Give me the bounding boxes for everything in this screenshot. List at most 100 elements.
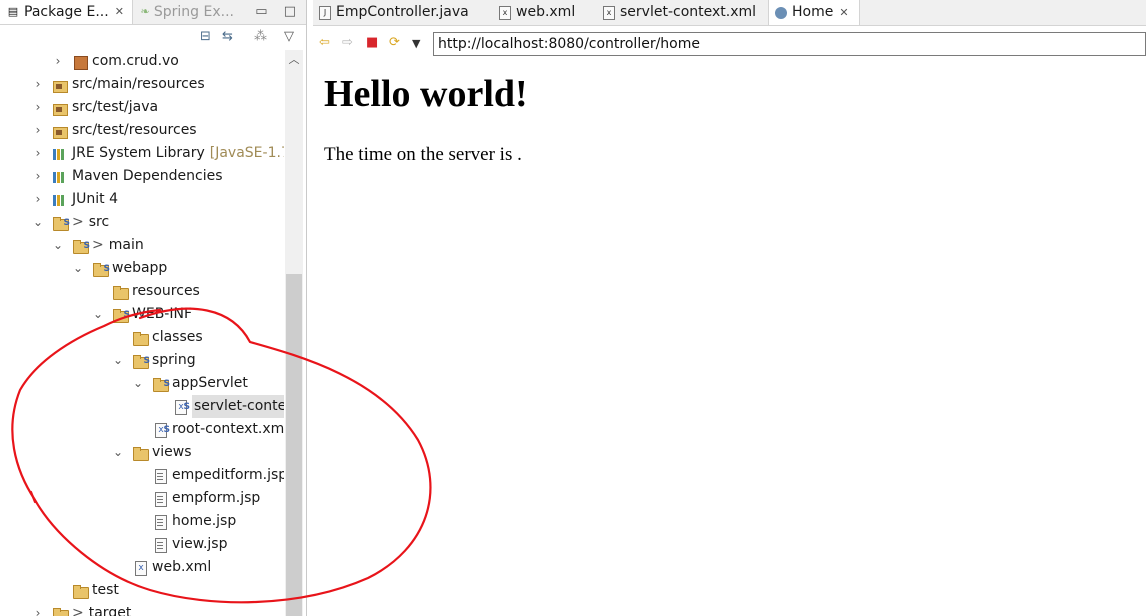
- expand-toggle-icon[interactable]: ›: [32, 142, 44, 165]
- java-file-icon: J: [319, 5, 331, 20]
- url-input[interactable]: http://localhost:8080/controller/home: [433, 32, 1146, 56]
- spring-folder-icon: S: [112, 307, 130, 323]
- tree-item-home-jsp[interactable]: home.jsp: [132, 510, 236, 533]
- tree-item-spring[interactable]: ⌄ Sspring: [112, 349, 196, 372]
- tree-item-label: views: [152, 444, 192, 460]
- close-icon[interactable]: ✕: [839, 0, 848, 25]
- tree-item-appservlet[interactable]: ⌄ SappServlet: [132, 372, 248, 395]
- tree-item-resources[interactable]: resources: [92, 280, 200, 303]
- maximize-icon[interactable]: □: [284, 4, 296, 19]
- forward-arrow-icon[interactable]: ⇨: [342, 35, 353, 50]
- tree-item-decoration: [JavaSE-1.7]: [209, 145, 284, 161]
- view-menu-icon[interactable]: ▽: [284, 29, 294, 44]
- page-heading: Hello world!: [324, 73, 528, 115]
- expand-toggle-icon[interactable]: ⌄: [132, 372, 144, 395]
- tree-item-view-jsp[interactable]: view.jsp: [132, 533, 227, 556]
- tree-item-src[interactable]: ⌄ S > src: [32, 211, 109, 234]
- scroll-up-arrow-icon[interactable]: ︿: [285, 50, 303, 70]
- spring-folder-icon: S: [72, 238, 90, 254]
- tree-item-label: servlet-contex: [192, 395, 284, 418]
- tree-item-label: test: [92, 582, 119, 598]
- folder-icon: [112, 284, 129, 300]
- expand-toggle-icon[interactable]: ⌄: [52, 234, 64, 257]
- expand-toggle-icon[interactable]: ›: [32, 119, 44, 142]
- jsp-file-icon: [152, 514, 168, 530]
- tree-item-maven-dependencies[interactable]: › Maven Dependencies: [32, 165, 223, 188]
- tree-item-target[interactable]: › > target: [32, 602, 131, 616]
- tree-item-test[interactable]: test: [52, 579, 119, 602]
- tree-scrollbar[interactable]: ︿: [285, 50, 303, 616]
- tree-item-web-xml[interactable]: web.xml: [112, 556, 211, 579]
- expand-toggle-icon[interactable]: ⌄: [92, 303, 104, 326]
- spring-badge-icon: S: [183, 401, 190, 412]
- expand-toggle-icon[interactable]: ›: [32, 188, 44, 211]
- tree-item-label: root-context.xml: [172, 421, 284, 437]
- tree-item-label: classes: [152, 329, 203, 345]
- spring-badge-icon: S: [163, 424, 170, 435]
- refresh-icon[interactable]: ⟳: [389, 35, 400, 50]
- focus-icon[interactable]: ⁂: [254, 29, 267, 44]
- tree-item-root-context-xml[interactable]: Sroot-context.xml: [132, 418, 284, 441]
- expand-toggle-icon[interactable]: ›: [32, 165, 44, 188]
- pane-controls: ▭ □: [255, 0, 296, 24]
- expand-toggle-icon[interactable]: ›: [32, 73, 44, 96]
- collapse-all-icon[interactable]: ⊟: [200, 29, 211, 44]
- tree-item-label: src/main/resources: [72, 76, 205, 92]
- dropdown-arrow-icon[interactable]: ▼: [412, 37, 420, 50]
- spring-badge-icon: S: [103, 263, 110, 274]
- back-arrow-icon[interactable]: ⇦: [319, 35, 330, 50]
- server-time-text: The time on the server is .: [324, 144, 522, 165]
- tree-item-label: appServlet: [172, 375, 248, 391]
- expand-toggle-icon[interactable]: ⌄: [32, 211, 44, 234]
- tree-item-classes[interactable]: classes: [112, 326, 203, 349]
- tree-item-src-main-resources[interactable]: › src/main/resources: [32, 73, 205, 96]
- expand-toggle-icon[interactable]: ⌄: [112, 441, 124, 464]
- spring-xml-icon: S: [172, 399, 190, 415]
- tab-spring-explorer[interactable]: ❧ Spring Ex...: [134, 0, 234, 24]
- spring-leaf-icon: ❧: [140, 5, 150, 18]
- close-icon[interactable]: ✕: [115, 0, 124, 24]
- tab-servlet-context-xml[interactable]: x servlet-context.xml: [597, 0, 767, 25]
- tree-item-label: webapp: [112, 260, 168, 276]
- tab-web-xml[interactable]: x web.xml: [493, 0, 593, 25]
- editor-tab-bar: J EmpController.java x web.xml x servlet…: [313, 0, 1146, 26]
- tab-label: Spring Ex...: [153, 4, 234, 20]
- tree-item-main[interactable]: ⌄ S > main: [52, 234, 144, 257]
- tree-item-label: Maven Dependencies: [72, 168, 223, 184]
- tree-item-label: main: [108, 237, 144, 253]
- tree-item-jre-system-library[interactable]: › JRE System Library[JavaSE-1.7]: [32, 142, 284, 165]
- tab-empcontroller-java[interactable]: J EmpController.java: [313, 0, 489, 25]
- stop-icon[interactable]: ■: [366, 35, 378, 50]
- tree-item-empform-jsp[interactable]: empform.jsp: [132, 487, 260, 510]
- scroll-thumb[interactable]: [286, 274, 302, 616]
- tree-item-label: view.jsp: [172, 536, 228, 552]
- expand-toggle-icon[interactable]: ›: [32, 602, 44, 616]
- tree-item-label: resources: [132, 283, 200, 299]
- tab-home[interactable]: Home ✕: [768, 0, 860, 25]
- xml-file-icon: [132, 560, 148, 576]
- expand-toggle-icon[interactable]: ›: [52, 50, 64, 73]
- expand-toggle-icon[interactable]: ⌄: [72, 257, 84, 280]
- outgoing-change-marker: >: [72, 214, 84, 230]
- expand-toggle-icon[interactable]: ⌄: [112, 349, 124, 372]
- jsp-file-icon: [152, 468, 168, 484]
- tree-item-src-test-java[interactable]: › src/test/java: [32, 96, 158, 119]
- link-with-editor-icon[interactable]: ⇆: [222, 29, 233, 44]
- explorer-toolbar: ⊟ ⇆ ⁂ ▽: [0, 25, 306, 49]
- expand-toggle-icon[interactable]: ›: [32, 96, 44, 119]
- tree-item-junit-4[interactable]: › JUnit 4: [32, 188, 118, 211]
- tree-item-src-test-resources[interactable]: › src/test/resources: [32, 119, 197, 142]
- spring-badge-icon: S: [163, 378, 170, 389]
- tree-item-servlet-contex[interactable]: Sservlet-contex: [152, 395, 284, 418]
- tree-item-views[interactable]: ⌄ views: [112, 441, 192, 464]
- tab-package-explorer[interactable]: ▤ Package E... ✕: [0, 0, 133, 24]
- tree-item-empeditform-jsp[interactable]: empeditform.jsp: [132, 464, 284, 487]
- tree-item-web-inf[interactable]: ⌄ S WEB-INF: [92, 303, 192, 326]
- tree-item-com-crud-vo[interactable]: › com.crud.vo: [52, 50, 179, 73]
- minimize-icon[interactable]: ▭: [255, 4, 267, 19]
- spring-folder-icon: S: [52, 215, 70, 231]
- tree-item-webapp[interactable]: ⌄ Swebapp: [72, 257, 167, 280]
- package-explorer-pane: ▤ Package E... ✕ ❧ Spring Ex... ▭ □ ⊟ ⇆ …: [0, 0, 307, 616]
- jsp-file-icon: [152, 537, 168, 553]
- tree-item-label: web.xml: [152, 559, 212, 575]
